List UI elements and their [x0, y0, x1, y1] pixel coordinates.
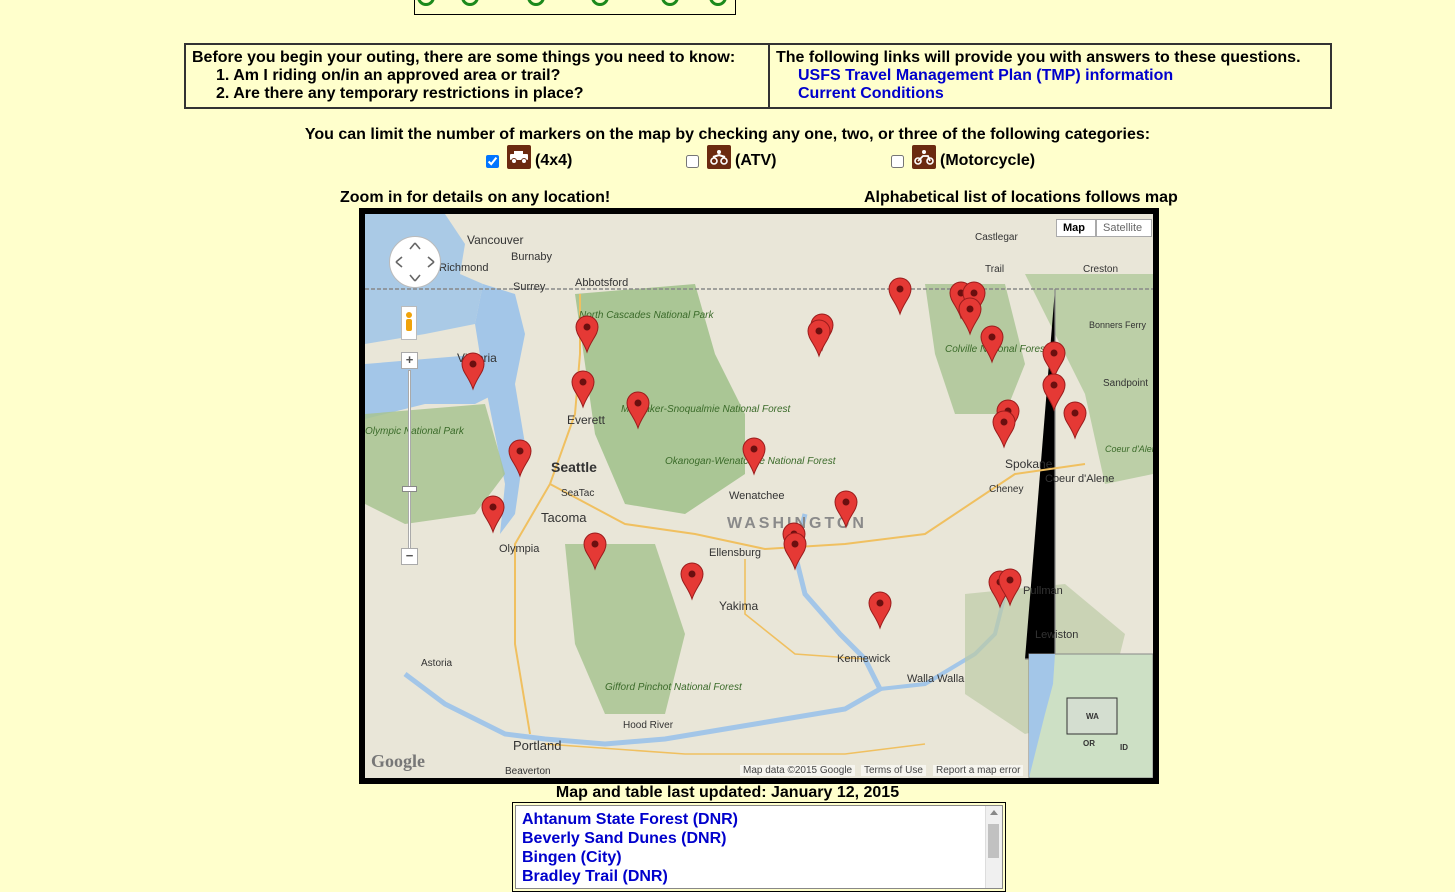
city-label: Everett — [567, 413, 606, 427]
city-label: Sandpoint — [1103, 378, 1148, 389]
4x4-icon — [507, 145, 531, 169]
city-label: Ellensburg — [709, 547, 761, 559]
city-label: Castlegar — [975, 232, 1018, 243]
list-item: Bradley Trail (DNR) — [522, 867, 1002, 886]
city-label: Hood River — [623, 720, 674, 731]
info-question-1: 1. Am I riding on/in an approved area or… — [216, 67, 561, 84]
park-label: Olympic National Park — [365, 426, 465, 437]
banner-ring-icon — [591, 0, 609, 6]
report-map-error-link[interactable]: Report a map error — [933, 765, 1024, 776]
map-type-satellite-button[interactable]: Satellite — [1096, 219, 1152, 237]
map-canvas[interactable]: WA OR ID Vancouver Burnaby Richmond Surr… — [365, 214, 1153, 778]
city-label: Coeur d'Alene — [1045, 473, 1114, 485]
city-label: Astoria — [421, 658, 453, 669]
city-label: Cheney — [989, 484, 1023, 495]
filter-4x4: (4x4) — [486, 145, 573, 176]
city-label: SeaTac — [561, 488, 594, 499]
city-label: Beaverton — [505, 766, 551, 777]
filter-atv-label: (ATV) — [735, 152, 777, 169]
location-list: Ahtanum State Forest (DNR) Beverly Sand … — [512, 802, 1006, 892]
banner-ring-icon — [709, 0, 727, 6]
alphabetical-caption: Alphabetical list of locations follows m… — [864, 189, 1178, 206]
city-label: Lewiston — [1035, 629, 1078, 641]
filter-4x4-checkbox[interactable] — [486, 154, 499, 168]
city-label: Yakima — [719, 599, 758, 613]
inset-label-id: ID — [1120, 743, 1128, 752]
city-label: Burnaby — [511, 251, 552, 263]
banner-ring-icon — [461, 0, 479, 6]
terms-of-use-link[interactable]: Terms of Use — [861, 765, 926, 776]
list-item: Ahtanum State Forest (DNR) — [522, 810, 1002, 829]
info-question-2: 2. Are there any temporary restrictions … — [216, 85, 584, 102]
zoom-caption: Zoom in for details on any location! — [340, 189, 611, 206]
map[interactable]: WA OR ID Vancouver Burnaby Richmond Surr… — [359, 208, 1159, 784]
location-link[interactable]: Bingen (City) — [522, 849, 622, 866]
filter-atv: (ATV) — [686, 145, 777, 176]
zoom-slider-track[interactable] — [408, 370, 411, 555]
inset-label-or: OR — [1083, 739, 1095, 748]
filter-atv-checkbox[interactable] — [686, 154, 699, 168]
city-label: Spokane — [1005, 457, 1053, 471]
city-label: Walla Walla — [907, 673, 965, 685]
city-label: Surrey — [513, 281, 546, 293]
tmp-info-link[interactable]: USFS Travel Management Plan (TMP) inform… — [776, 67, 1324, 85]
forest-label: Gifford Pinchot National Forest — [605, 682, 743, 693]
city-label: Pullman — [1023, 585, 1063, 597]
map-type-map-button[interactable]: Map — [1056, 219, 1096, 237]
banner-ring-icon — [417, 0, 435, 6]
pan-control[interactable] — [389, 236, 441, 288]
info-intro: Before you begin your outing, there are … — [192, 49, 736, 66]
list-item: Bingen (City) — [522, 848, 1002, 867]
city-label: Creston — [1083, 264, 1118, 275]
filter-motorcycle-checkbox[interactable] — [891, 154, 904, 168]
inset-label-wa: WA — [1086, 712, 1099, 721]
city-label: Vancouver — [467, 233, 523, 247]
map-data-attribution: Map data ©2015 Google — [740, 765, 856, 776]
motorcycle-icon — [912, 145, 936, 169]
zoom-in-button[interactable]: + — [401, 352, 418, 369]
city-label: Kennewick — [837, 653, 891, 665]
city-label: Richmond — [439, 262, 489, 274]
city-label: Seattle — [551, 459, 597, 475]
city-label: Tacoma — [541, 510, 587, 525]
last-updated-text: Map and table last updated: January 12, … — [555, 784, 900, 801]
info-right-cell: The following links will provide you wit… — [770, 45, 1330, 107]
google-logo: Google — [371, 751, 425, 771]
location-link[interactable]: Ahtanum State Forest (DNR) — [522, 811, 738, 828]
filter-motorcycle: (Motorcycle) — [891, 145, 1036, 176]
location-link[interactable]: Beverly Sand Dunes (DNR) — [522, 830, 727, 847]
zoom-slider-thumb[interactable] — [402, 486, 417, 492]
zoom-out-button[interactable]: − — [401, 548, 418, 565]
city-label: Bonners Ferry — [1089, 320, 1147, 330]
scrollbar-thumb[interactable] — [988, 824, 999, 858]
top-banner-graphic — [414, 0, 736, 15]
street-view-pegman-icon[interactable] — [401, 306, 417, 340]
location-link[interactable]: Bradley Trail (DNR) — [522, 868, 668, 885]
list-item: Beverly Sand Dunes (DNR) — [522, 829, 1002, 848]
info-left-cell: Before you begin your outing, there are … — [186, 45, 770, 107]
banner-ring-icon — [527, 0, 545, 6]
city-label: Olympia — [499, 543, 540, 555]
city-label: Trail — [985, 264, 1004, 275]
filter-prompt: You can limit the number of markers on t… — [304, 126, 1151, 143]
links-intro: The following links will provide you wit… — [776, 49, 1301, 66]
scroll-up-arrow-icon[interactable] — [990, 810, 998, 815]
info-table: Before you begin your outing, there are … — [184, 43, 1332, 109]
banner-ring-icon — [661, 0, 679, 6]
current-conditions-link[interactable]: Current Conditions — [776, 85, 1324, 103]
filter-4x4-label: (4x4) — [535, 152, 573, 169]
city-label: Wenatchee — [729, 490, 784, 502]
atv-icon — [707, 145, 731, 169]
city-label: Portland — [513, 738, 561, 753]
city-label: Abbotsford — [575, 277, 628, 289]
filter-motorcycle-label: (Motorcycle) — [940, 152, 1036, 169]
list-scrollbar[interactable] — [985, 806, 1002, 888]
forest-label: Coeur d'Alene National Forest — [1105, 444, 1153, 454]
park-label: North Cascades National Park — [579, 310, 715, 321]
